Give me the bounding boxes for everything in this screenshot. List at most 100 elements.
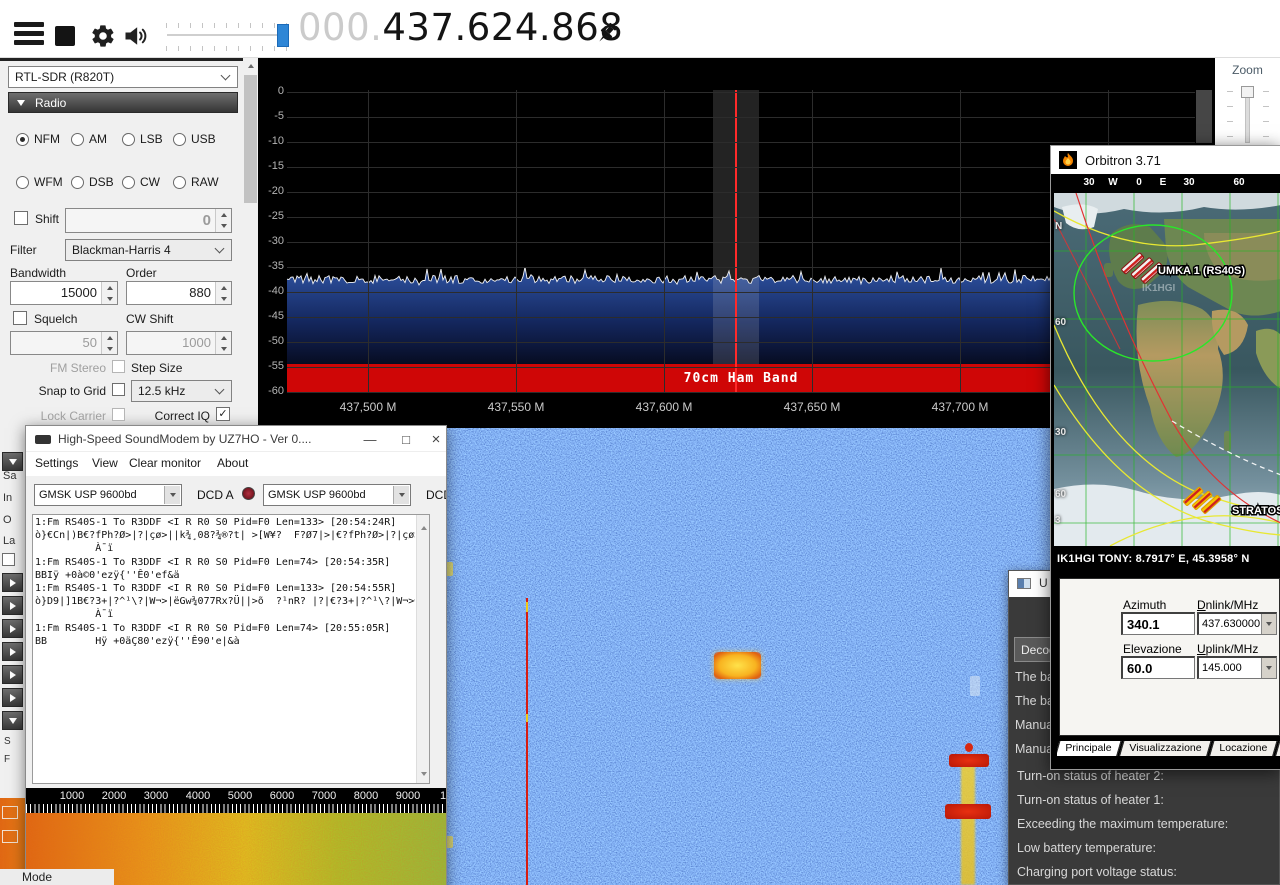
mode-selector: NFM AM LSB USB WFM DSB CW RAW xyxy=(0,126,246,214)
menu-clear-monitor[interactable]: Clear monitor xyxy=(129,456,201,470)
collapsed-section-button[interactable] xyxy=(2,665,23,684)
spin-down-button[interactable] xyxy=(216,343,231,354)
order-spinner[interactable]: 880 xyxy=(126,281,232,305)
mode-option-cw[interactable]: CW xyxy=(122,175,160,189)
mode-option-usb[interactable]: USB xyxy=(173,132,216,146)
mode-option-am[interactable]: AM xyxy=(71,132,107,146)
spin-down-button[interactable] xyxy=(102,293,117,304)
fragment-checkbox[interactable] xyxy=(2,553,15,566)
volume-ticks xyxy=(166,23,288,28)
radio-icon[interactable] xyxy=(173,176,186,189)
collapsed-section-button[interactable] xyxy=(2,688,23,707)
open-section-button[interactable] xyxy=(2,711,23,730)
speaker-icon[interactable] xyxy=(122,22,150,50)
spectrum-right-bar[interactable] xyxy=(1196,90,1212,143)
scroll-down-button[interactable] xyxy=(417,763,430,781)
db-tick-label: -55 xyxy=(258,360,284,372)
mode-control-fragment: Mode xyxy=(0,869,114,885)
uplink-select[interactable]: 145.000 xyxy=(1197,656,1277,679)
step-size-select[interactable]: 12.5 kHz xyxy=(131,380,232,402)
stop-button[interactable] xyxy=(55,26,75,46)
correct-iq-checkbox[interactable]: ✓ xyxy=(216,407,230,421)
collapsed-section-button[interactable] xyxy=(2,619,23,638)
bandwidth-label: Bandwidth xyxy=(10,266,66,280)
frequency-display[interactable]: 000.437.624.868 xyxy=(298,6,623,49)
map-lon-label: E xyxy=(1153,177,1173,188)
filter-select[interactable]: Blackman-Harris 4 xyxy=(65,239,232,261)
collapsed-section-button[interactable] xyxy=(2,573,23,592)
radio-icon[interactable] xyxy=(173,133,186,146)
spin-down-button[interactable] xyxy=(102,343,117,354)
v-gridline xyxy=(368,90,369,393)
radio-icon[interactable] xyxy=(16,133,29,146)
ruler-number: 1 xyxy=(440,790,447,802)
radio-icon[interactable] xyxy=(122,176,135,189)
mode-option-lsb[interactable]: LSB xyxy=(122,132,163,146)
maximize-button[interactable]: □ xyxy=(392,426,420,452)
zoom-slider-thumb[interactable] xyxy=(1241,86,1254,98)
mode-option-raw[interactable]: RAW xyxy=(173,175,219,189)
dropdown-button[interactable] xyxy=(1261,614,1276,634)
squelch-checkbox[interactable] xyxy=(13,311,27,325)
collapsed-section-button[interactable] xyxy=(2,642,23,661)
spin-up-button[interactable] xyxy=(102,282,117,293)
close-button[interactable]: × xyxy=(422,426,447,452)
scroll-up-button[interactable] xyxy=(417,517,430,535)
soundmodem-titlebar[interactable]: High-Speed SoundModem by UZ7HO - Ver 0..… xyxy=(26,426,446,452)
menu-view[interactable]: View xyxy=(92,456,118,470)
panel-scrollbar[interactable] xyxy=(243,58,258,425)
downlink-select[interactable]: 437.630000 xyxy=(1197,612,1277,635)
minimize-button[interactable]: — xyxy=(356,426,384,452)
monitor-scrollbar[interactable] xyxy=(416,515,429,783)
modem-a-select[interactable]: GMSK USP 9600bd xyxy=(34,484,182,506)
volume-slider-track[interactable] xyxy=(167,34,287,36)
fragment-box xyxy=(2,830,18,843)
spin-up-button[interactable] xyxy=(216,332,231,343)
gear-icon[interactable] xyxy=(90,23,116,49)
scroll-up-button[interactable] xyxy=(243,58,258,73)
tab-visualizzazione[interactable]: Visualizzazione xyxy=(1119,741,1212,756)
spin-down-button[interactable] xyxy=(216,293,231,304)
volume-slider-thumb[interactable] xyxy=(277,24,289,47)
menu-settings[interactable]: Settings xyxy=(35,456,78,470)
tab-principale[interactable]: Principale xyxy=(1057,741,1122,756)
dropdown-button[interactable] xyxy=(164,486,180,504)
radio-icon[interactable] xyxy=(122,133,135,146)
spin-down-button[interactable] xyxy=(216,221,231,233)
orbitron-titlebar[interactable]: Orbitron 3.71 xyxy=(1051,146,1280,174)
modem-b-select[interactable]: GMSK USP 9600bd xyxy=(263,484,411,506)
fm-stereo-checkbox[interactable] xyxy=(112,360,125,373)
cw-shift-spinner[interactable]: 1000 xyxy=(126,331,232,355)
spin-up-button[interactable] xyxy=(102,332,117,343)
soundmodem-window: High-Speed SoundModem by UZ7HO - Ver 0..… xyxy=(25,425,447,885)
mode-option-wfm[interactable]: WFM xyxy=(16,175,63,189)
world-map[interactable]: IK1HGI UMKA 1 (RS40S) STRATOSA xyxy=(1054,193,1280,546)
snap-to-grid-checkbox[interactable] xyxy=(112,383,125,396)
shift-spinner[interactable]: 0 xyxy=(65,208,232,233)
shift-checkbox[interactable] xyxy=(14,211,28,225)
pin-icon[interactable] xyxy=(594,20,620,46)
chevron-down-icon xyxy=(215,385,225,395)
source-device-select[interactable]: RTL-SDR (R820T) xyxy=(8,66,238,88)
squelch-spinner[interactable]: 50 xyxy=(10,331,118,355)
spin-up-button[interactable] xyxy=(216,282,231,293)
mode-option-dsb[interactable]: DSB xyxy=(71,175,114,189)
collapse-icon xyxy=(9,718,17,724)
radio-icon[interactable] xyxy=(16,176,29,189)
dropdown-button[interactable] xyxy=(1261,658,1276,678)
menu-hamburger-icon[interactable] xyxy=(14,22,44,49)
db-tick-label: -15 xyxy=(258,160,284,172)
radio-section-header[interactable]: Radio xyxy=(8,92,238,113)
collapsed-section-button[interactable] xyxy=(2,596,23,615)
radio-icon[interactable] xyxy=(71,176,84,189)
spin-up-button[interactable] xyxy=(216,209,231,221)
bandwidth-spinner[interactable]: 15000 xyxy=(10,281,118,305)
open-section-button[interactable] xyxy=(2,452,23,471)
mode-option-nfm[interactable]: NFM xyxy=(16,132,60,146)
azimuth-value: 340.1 xyxy=(1121,612,1195,635)
tab-locazione[interactable]: Locazione xyxy=(1209,741,1278,756)
dropdown-button[interactable] xyxy=(393,486,409,504)
menu-about[interactable]: About xyxy=(217,456,248,470)
lock-carrier-checkbox[interactable] xyxy=(112,408,125,421)
radio-icon[interactable] xyxy=(71,133,84,146)
